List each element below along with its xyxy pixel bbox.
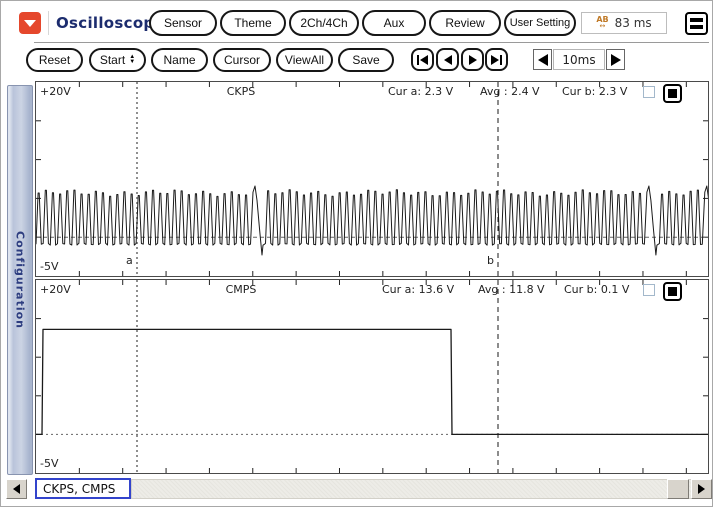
- time-scale-value: 10ms: [553, 49, 605, 70]
- channel-1-plot: +20V CKPS Cur a: 2.3 V Avg : 2.4 V Cur b…: [35, 81, 709, 277]
- left-arrow-icon: [537, 53, 548, 66]
- skip-end-icon: [490, 54, 499, 65]
- theme-button[interactable]: Theme: [220, 10, 286, 36]
- ch2-checkbox[interactable]: [643, 284, 655, 296]
- ckps-waveform: [36, 82, 708, 276]
- cmps-waveform: [36, 280, 708, 473]
- channel-2-plot: +20V CMPS Cur a: 13.6 V Avg : 11.8 V Cur…: [35, 279, 709, 474]
- skip-start-icon: [420, 54, 429, 65]
- right-arrow-icon: [698, 484, 705, 494]
- user-setting-button[interactable]: User Setting: [504, 10, 576, 36]
- scroll-right-button[interactable]: [691, 479, 712, 499]
- ch1-top-voltage-label: +20V: [40, 85, 71, 98]
- time-measurement-display[interactable]: AB ↔ 83 ms: [581, 12, 667, 34]
- ch1-checkbox[interactable]: [643, 86, 655, 98]
- ch2-color-button[interactable]: [663, 282, 682, 301]
- ch2-top-voltage-label: +20V: [40, 283, 71, 296]
- ch2-cursor-b-value: Cur b: 0.1 V: [564, 283, 630, 296]
- time-scale-decrease-button[interactable]: [533, 49, 552, 70]
- spinner-icon[interactable]: ▲ ▼: [129, 54, 135, 65]
- forward-icon: [468, 54, 477, 65]
- ch1-color-button[interactable]: [663, 84, 682, 103]
- right-arrow-icon: [610, 53, 621, 66]
- cursor-button[interactable]: Cursor: [213, 48, 271, 72]
- down-arrow-icon: [24, 19, 36, 27]
- ch2-bottom-voltage-label: -5V: [40, 457, 59, 470]
- skip-to-start-button[interactable]: [411, 48, 434, 71]
- save-button[interactable]: Save: [338, 48, 394, 72]
- left-arrow-icon: [13, 484, 20, 494]
- aux-button[interactable]: Aux: [362, 10, 426, 36]
- measurement-value: 83 ms: [614, 16, 652, 30]
- horizontal-scrollbar-track[interactable]: [131, 479, 711, 499]
- configuration-tab-label: Configuration: [13, 231, 27, 329]
- view-all-button[interactable]: ViewAll: [276, 48, 333, 72]
- ch1-cursor-a-value: Cur a: 2.3 V: [388, 85, 454, 98]
- ch2-cursor-a-value: Cur a: 13.6 V: [382, 283, 455, 296]
- scroll-left-button[interactable]: [6, 479, 27, 499]
- ch1-cursor-b-value: Cur b: 2.3 V: [562, 85, 628, 98]
- toolbar-separator: [34, 42, 709, 43]
- sensor-button[interactable]: Sensor: [149, 10, 217, 36]
- start-button[interactable]: Start ▲ ▼: [89, 48, 146, 72]
- menu-icon[interactable]: [685, 12, 708, 35]
- ch1-cursor-b-tag[interactable]: b: [487, 254, 494, 267]
- ch1-bottom-voltage-label: -5V: [40, 260, 59, 273]
- review-button[interactable]: Review: [429, 10, 501, 36]
- ch1-cursor-a-tag[interactable]: a: [126, 254, 133, 267]
- name-button[interactable]: Name: [151, 48, 208, 72]
- channel-list-label: CKPS, CMPS: [35, 478, 131, 499]
- configuration-tab[interactable]: Configuration: [7, 85, 33, 475]
- ch1-title: CKPS: [226, 85, 256, 98]
- time-scale-increase-button[interactable]: [606, 49, 625, 70]
- reset-button[interactable]: Reset: [26, 48, 83, 72]
- oscilloscope-window: Oscilloscope Sensor Theme 2Ch/4Ch Aux Re…: [0, 0, 713, 507]
- title-divider: [48, 11, 49, 35]
- step-back-button[interactable]: [436, 48, 459, 71]
- channel-mode-button[interactable]: 2Ch/4Ch: [289, 10, 359, 36]
- ab-cursor-measure-icon: AB ↔: [596, 15, 609, 30]
- skip-to-end-button[interactable]: [485, 48, 508, 71]
- app-icon[interactable]: [19, 12, 41, 34]
- ch2-average-value: Avg : 11.8 V: [478, 283, 545, 296]
- ch2-title: CMPS: [225, 283, 257, 296]
- back-icon: [443, 54, 452, 65]
- step-forward-button[interactable]: [461, 48, 484, 71]
- ch1-average-value: Avg : 2.4 V: [480, 85, 540, 98]
- status-bar: CKPS, CMPS: [1, 478, 712, 502]
- horizontal-scrollbar-thumb[interactable]: [667, 479, 689, 499]
